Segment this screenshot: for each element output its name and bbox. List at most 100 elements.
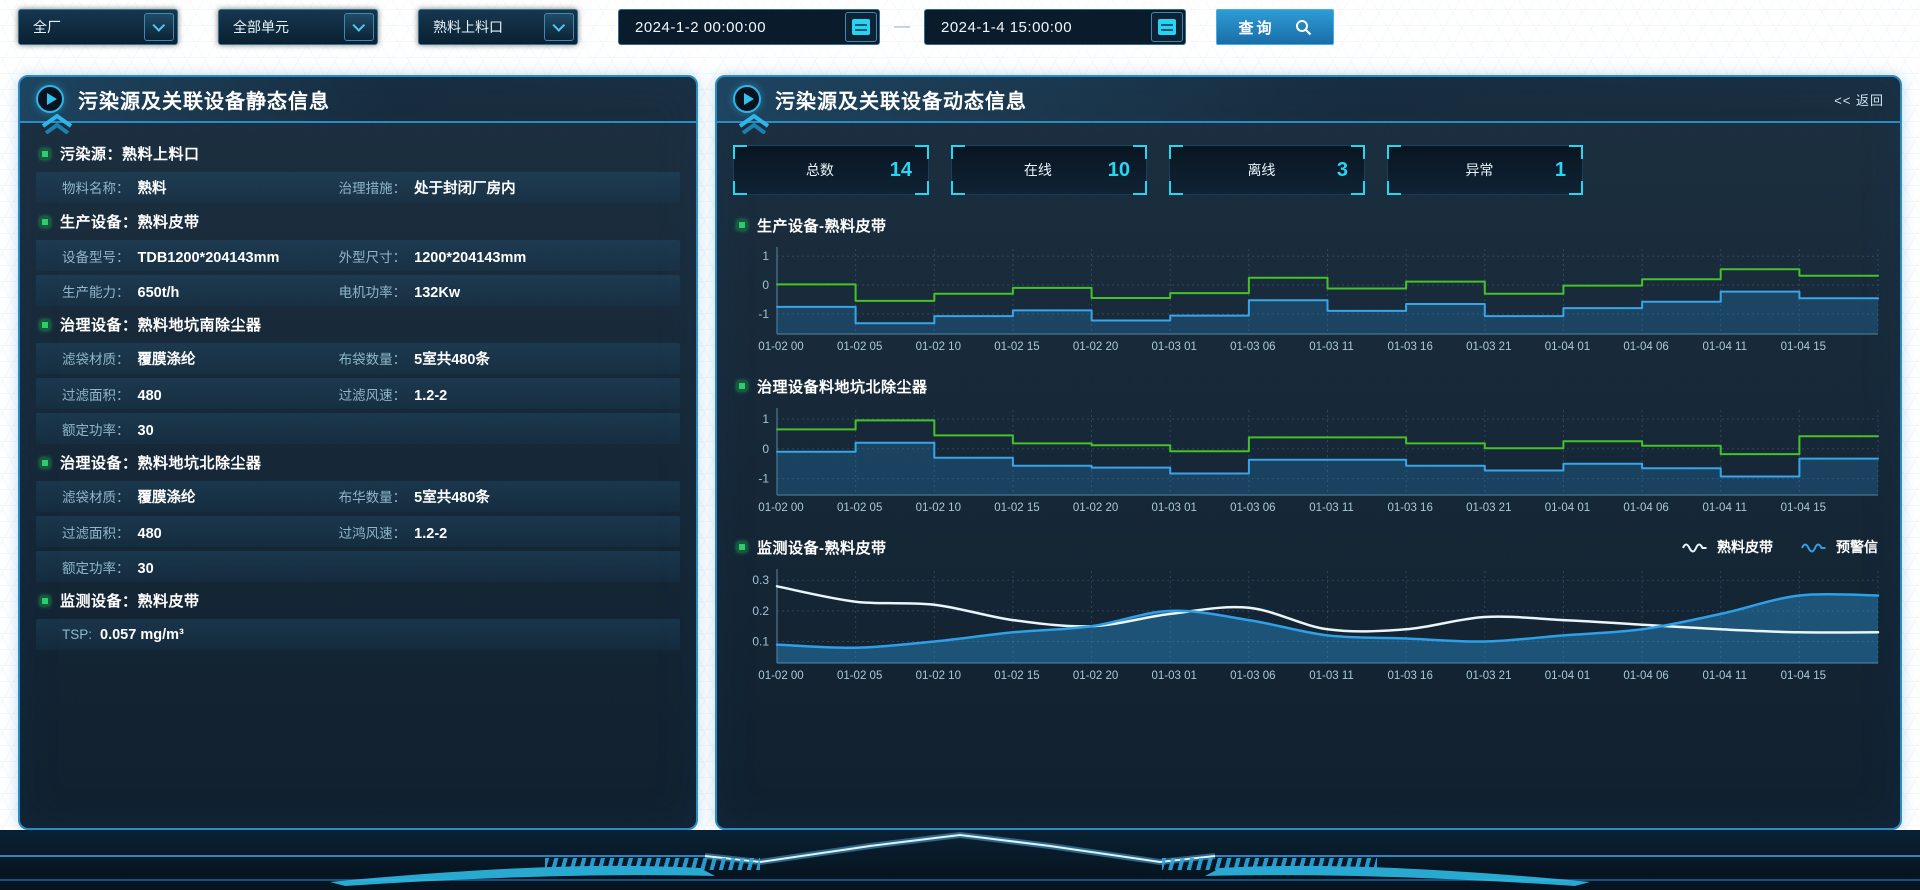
info-row: 设备型号：TDB1200*204143mm外型尺寸：1200*204143mm <box>36 240 680 271</box>
field-value: 30 <box>138 423 154 439</box>
field-label: 过鸿风速： <box>339 522 407 542</box>
info-row: TSP:0.057 mg/m³ <box>36 619 680 650</box>
search-icon <box>1295 19 1312 36</box>
source-select[interactable]: 熟料上料口 <box>418 9 578 45</box>
stat-label: 在线 <box>1024 160 1052 180</box>
info-row: 滤袋材质：覆膜涤纶布袋数量：5室共480条 <box>36 343 680 374</box>
date-from-input[interactable]: 2024-1-2 00:00:00 <box>618 9 880 45</box>
field-label: 电机功率： <box>339 281 407 301</box>
svg-text:01-02 10: 01-02 10 <box>916 670 961 682</box>
svg-text:01-03 16: 01-03 16 <box>1387 341 1432 353</box>
hatch-stripes-left <box>545 858 760 870</box>
svg-text:01-03 06: 01-03 06 <box>1230 670 1275 682</box>
static-info-list: 污染源：熟料上料口物料名称：熟料治理措施：处于封闭厂房内生产设备：熟料皮带设备型… <box>20 123 696 650</box>
toolbar: 全厂 全部单元 熟料上料口 2024-1-2 00:00:00 — 2024-1… <box>18 8 1334 46</box>
field-label: 外型尺寸： <box>339 246 407 266</box>
section-title: 污染源：熟料上料口 <box>60 143 200 164</box>
svg-text:01-04 01: 01-04 01 <box>1545 502 1590 514</box>
query-button[interactable]: 查询 <box>1216 9 1334 45</box>
date-from-value: 2024-1-2 00:00:00 <box>619 19 845 36</box>
info-cell: 布袋数量：5室共480条 <box>339 348 680 369</box>
back-button[interactable]: << 返回 <box>1834 90 1884 109</box>
svg-text:01-04 15: 01-04 15 <box>1781 502 1826 514</box>
field-value: 熟料 <box>138 177 167 198</box>
field-value: 30 <box>138 561 154 577</box>
date-to-input[interactable]: 2024-1-4 15:00:00 <box>924 9 1186 45</box>
info-row: 物料名称：熟料治理措施：处于封闭厂房内 <box>36 172 680 203</box>
svg-text:01-04 06: 01-04 06 <box>1623 670 1668 682</box>
chart-2-title: 治理设备料地坑北除尘器 <box>757 376 928 397</box>
info-cell: 电机功率：132Kw <box>339 281 680 301</box>
svg-text:1: 1 <box>762 412 769 426</box>
chevron-down-icon <box>544 13 574 41</box>
info-cell: 外型尺寸：1200*204143mm <box>339 246 680 266</box>
field-value: TDB1200*204143mm <box>138 250 280 266</box>
stat-value: 1 <box>1555 159 1566 182</box>
svg-text:01-02 10: 01-02 10 <box>916 341 961 353</box>
legend-item-warning[interactable]: 预警信 <box>1801 537 1878 557</box>
svg-text:0.2: 0.2 <box>752 604 769 618</box>
section-header: 污染源：熟料上料口 <box>36 139 680 168</box>
chart-1-title: 生产设备-熟料皮带 <box>757 215 887 236</box>
svg-text:1: 1 <box>762 249 769 263</box>
stat-label: 离线 <box>1247 160 1275 180</box>
field-label: TSP: <box>62 627 92 642</box>
info-cell: 布华数量：5室共480条 <box>339 486 680 507</box>
plant-select-value: 全厂 <box>19 17 144 37</box>
section-header: 治理设备：熟料地坑北除尘器 <box>36 448 680 477</box>
svg-text:01-04 06: 01-04 06 <box>1623 341 1668 353</box>
svg-text:01-04 15: 01-04 15 <box>1781 670 1826 682</box>
svg-text:01-04 11: 01-04 11 <box>1702 502 1747 514</box>
stat-box-0[interactable]: 总数14 <box>733 145 929 195</box>
dynamic-panel-body: 总数14在线10离线3异常1 生产设备-熟料皮带 10-101-02 0001-… <box>717 123 1900 685</box>
chart-3-svg: 0.30.20.101-02 0001-02 0501-02 1001-02 1… <box>733 563 1888 685</box>
svg-text:01-03 01: 01-03 01 <box>1152 502 1197 514</box>
stat-value: 14 <box>890 159 912 182</box>
info-cell: 额定功率： 30 <box>36 419 339 439</box>
info-cell: 物料名称： 熟料 <box>36 177 339 198</box>
footer-decoration <box>0 830 1920 890</box>
green-square-icon <box>40 217 50 227</box>
field-label: 治理措施： <box>339 177 407 197</box>
info-cell: TSP:0.057 mg/m³ <box>36 627 339 643</box>
info-cell: 额定功率： 30 <box>36 557 339 577</box>
section-header: 治理设备：熟料地坑南除尘器 <box>36 310 680 339</box>
plant-select[interactable]: 全厂 <box>18 9 178 45</box>
stat-box-3[interactable]: 异常1 <box>1387 145 1583 195</box>
section-title: 治理设备：熟料地坑北除尘器 <box>60 452 262 473</box>
chart-3-title-row: 监测设备-熟料皮带 熟料皮带 预警信 <box>733 534 1884 560</box>
field-label: 物料名称： <box>62 177 130 197</box>
field-label: 额定功率： <box>62 419 130 439</box>
field-label: 额定功率： <box>62 557 130 577</box>
section-title: 治理设备：熟料地坑南除尘器 <box>60 314 262 335</box>
svg-text:01-02 00: 01-02 00 <box>758 502 803 514</box>
chart-2-title-row: 治理设备料地坑北除尘器 <box>733 373 1884 399</box>
svg-text:0: 0 <box>762 442 769 456</box>
svg-text:01-02 15: 01-02 15 <box>994 341 1039 353</box>
svg-text:01-03 06: 01-03 06 <box>1230 502 1275 514</box>
stat-box-1[interactable]: 在线10 <box>951 145 1147 195</box>
footer-lines-icon <box>0 830 1920 890</box>
legend-item-material-belt[interactable]: 熟料皮带 <box>1682 537 1773 557</box>
svg-text:0.1: 0.1 <box>752 635 769 649</box>
dynamic-info-panel: 污染源及关联设备动态信息 << 返回 总数14在线10离线3异常1 生产设备-熟… <box>715 75 1902 830</box>
svg-text:01-03 16: 01-03 16 <box>1387 502 1432 514</box>
calendar-icon[interactable] <box>845 12 877 42</box>
calendar-icon[interactable] <box>1151 12 1183 42</box>
field-value: 5室共480条 <box>414 348 490 369</box>
unit-select[interactable]: 全部单元 <box>218 9 378 45</box>
info-row: 过滤面积：480过鸿风速：1.2-2 <box>36 516 680 547</box>
svg-text:01-03 21: 01-03 21 <box>1466 502 1511 514</box>
svg-text:01-02 00: 01-02 00 <box>758 341 803 353</box>
green-square-icon <box>40 458 50 468</box>
static-panel-title: 污染源及关联设备静态信息 <box>78 85 330 114</box>
info-row: 额定功率： 30 <box>36 551 680 582</box>
info-cell: 过滤面积：480 <box>36 522 339 542</box>
section-header: 监测设备：熟料皮带 <box>36 586 680 615</box>
svg-text:01-03 21: 01-03 21 <box>1466 670 1511 682</box>
stat-box-2[interactable]: 离线3 <box>1169 145 1365 195</box>
date-to-value: 2024-1-4 15:00:00 <box>925 19 1151 36</box>
date-range-separator: — <box>894 18 910 36</box>
svg-text:01-02 05: 01-02 05 <box>837 670 882 682</box>
chevron-down-icon <box>344 13 374 41</box>
